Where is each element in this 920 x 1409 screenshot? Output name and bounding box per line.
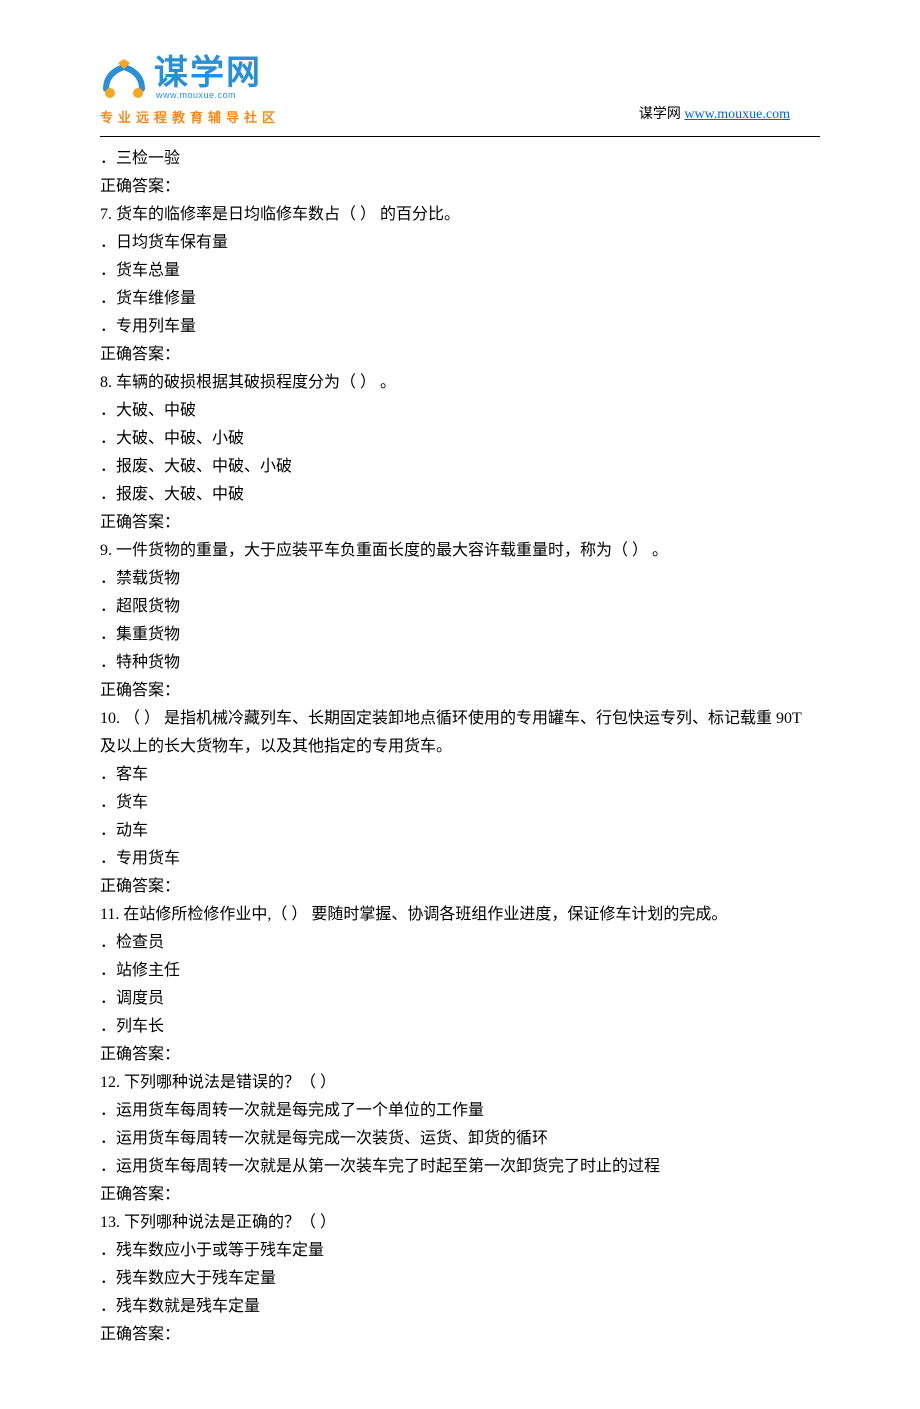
q9-answer: 正确答案： xyxy=(100,677,820,705)
q9-option: ．集重货物 xyxy=(100,621,820,649)
header-right-label: 谋学网 xyxy=(639,107,681,122)
q12-answer: 正确答案： xyxy=(100,1181,820,1209)
q11-option: ．调度员 xyxy=(100,985,820,1013)
q11-option: ．列车长 xyxy=(100,1013,820,1041)
q7-option: ．专用列车量 xyxy=(100,313,820,341)
q11-option: ．站修主任 xyxy=(100,957,820,985)
logo-text-wrap: 谋学网 www.mouxue.com xyxy=(154,56,262,104)
q10-stem: 10. （ ） 是指机械冷藏列车、长期固定装卸地点循环使用的专用罐车、行包快运专… xyxy=(100,705,820,761)
q6-option: ．三检一验 xyxy=(100,145,820,173)
q7-answer: 正确答案： xyxy=(100,341,820,369)
q12-option: ．运用货车每周转一次就是每完成一次装货、运货、卸货的循环 xyxy=(100,1125,820,1153)
header-divider xyxy=(100,136,820,137)
q8-stem: 8. 车辆的破损根据其破损程度分为（ ） 。 xyxy=(100,369,820,397)
q12-option: ．运用货车每周转一次就是从第一次装车完了时起至第一次卸货完了时止的过程 xyxy=(100,1153,820,1181)
q9-option: ．特种货物 xyxy=(100,649,820,677)
logo-icon xyxy=(100,59,148,101)
page-header: 谋学网 www.mouxue.com 专业远程教育辅导社区 谋学网 www.mo… xyxy=(100,56,820,130)
logo-block: 谋学网 www.mouxue.com 专业远程教育辅导社区 xyxy=(100,56,280,130)
q11-stem: 11. 在站修所检修作业中,（ ） 要随时掌握、协调各班组作业进度，保证修车计划… xyxy=(100,901,820,929)
q7-option: ．日均货车保有量 xyxy=(100,229,820,257)
q12-stem: 12. 下列哪种说法是错误的？（ ） xyxy=(100,1069,820,1097)
q8-option: ．报废、大破、中破 xyxy=(100,481,820,509)
q9-option: ．超限货物 xyxy=(100,593,820,621)
document-body: ．三检一验 正确答案： 7. 货车的临修率是日均临修车数占（ ） 的百分比。 ．… xyxy=(100,145,820,1349)
q10-option: ．专用货车 xyxy=(100,845,820,873)
q7-stem: 7. 货车的临修率是日均临修车数占（ ） 的百分比。 xyxy=(100,201,820,229)
logo-subtitle: 专业远程教育辅导社区 xyxy=(100,107,280,130)
q13-option: ．残车数就是残车定量 xyxy=(100,1293,820,1321)
q13-option: ．残车数应小于或等于残车定量 xyxy=(100,1237,820,1265)
q13-option: ．残车数应大于残车定量 xyxy=(100,1265,820,1293)
q11-answer: 正确答案： xyxy=(100,1041,820,1069)
header-link[interactable]: www.mouxue.com xyxy=(684,107,790,122)
q10-option: ．动车 xyxy=(100,817,820,845)
q13-answer: 正确答案： xyxy=(100,1321,820,1349)
q7-option: ．货车维修量 xyxy=(100,285,820,313)
q6-answer: 正确答案： xyxy=(100,173,820,201)
q10-option: ．货车 xyxy=(100,789,820,817)
q8-answer: 正确答案： xyxy=(100,509,820,537)
q10-option: ．客车 xyxy=(100,761,820,789)
q10-answer: 正确答案： xyxy=(100,873,820,901)
q11-option: ．检查员 xyxy=(100,929,820,957)
logo-title: 谋学网 xyxy=(154,56,262,90)
header-right: 谋学网 www.mouxue.com xyxy=(639,103,820,130)
logo-top-row: 谋学网 www.mouxue.com xyxy=(100,56,280,104)
q13-stem: 13. 下列哪种说法是正确的？（ ） xyxy=(100,1209,820,1237)
q9-option: ．禁载货物 xyxy=(100,565,820,593)
q8-option: ．大破、中破 xyxy=(100,397,820,425)
q7-option: ．货车总量 xyxy=(100,257,820,285)
q12-option: ．运用货车每周转一次就是每完成了一个单位的工作量 xyxy=(100,1097,820,1125)
q8-option: ．大破、中破、小破 xyxy=(100,425,820,453)
q9-stem: 9. 一件货物的重量，大于应装平车负重面长度的最大容许载重量时，称为（ ） 。 xyxy=(100,537,820,565)
q8-option: ．报废、大破、中破、小破 xyxy=(100,453,820,481)
